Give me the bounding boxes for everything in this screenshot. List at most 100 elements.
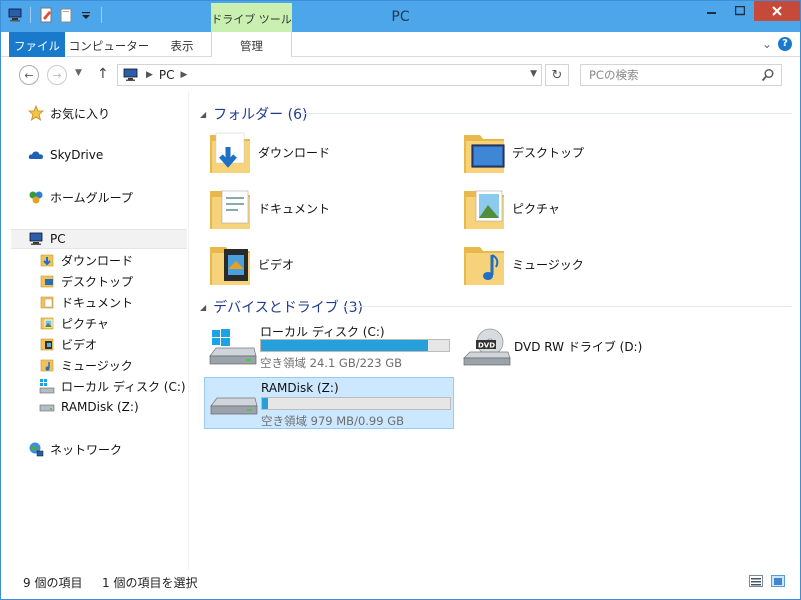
navigation-pane: お気に入り SkyDrive ホームグループ PC ダウンロード デスクトップ … xyxy=(1,92,189,569)
nav-item-music[interactable]: ミュージック xyxy=(39,355,133,375)
folder-documents[interactable]: ドキュメント xyxy=(208,182,458,234)
folder-label: ピクチャ xyxy=(512,201,560,216)
recent-locations-dropdown[interactable]: ▼ xyxy=(75,68,82,78)
group-header-label: フォルダー (6) xyxy=(213,107,308,123)
downloads-folder-icon xyxy=(39,252,55,268)
tab-manage[interactable]: 管理 xyxy=(211,32,292,57)
refresh-button[interactable]: ↻ xyxy=(545,64,569,86)
help-icon[interactable]: ? xyxy=(778,37,792,51)
folder-pictures[interactable]: ピクチャ xyxy=(462,182,712,234)
folder-videos[interactable]: ビデオ xyxy=(208,238,458,290)
folder-downloads[interactable]: ダウンロード xyxy=(208,126,458,178)
drive-name: DVD RW ドライブ (D:) xyxy=(514,340,643,354)
folder-label: ダウンロード xyxy=(258,145,331,160)
nav-item-downloads[interactable]: ダウンロード xyxy=(39,250,133,270)
close-button[interactable] xyxy=(754,1,800,21)
music-folder-icon xyxy=(39,357,55,373)
nav-item-label: ローカル ディスク (C:) xyxy=(61,379,186,394)
breadcrumb-chevron-icon[interactable]: ▶ xyxy=(146,70,153,80)
folder-label: ドキュメント xyxy=(258,201,331,216)
search-icon[interactable] xyxy=(761,68,775,82)
back-button[interactable]: ← xyxy=(19,65,39,85)
videos-folder-icon xyxy=(208,239,252,289)
nav-item-favorites[interactable]: お気に入り xyxy=(27,103,111,123)
nav-item-documents[interactable]: ドキュメント xyxy=(39,292,133,312)
nav-item-label: ドキュメント xyxy=(61,295,134,310)
search-input[interactable]: PCの検索 xyxy=(580,64,782,86)
collapse-arrow-icon[interactable]: ◢ xyxy=(200,110,206,119)
drive-name: ローカル ディスク (C:) xyxy=(260,325,385,339)
nav-item-videos[interactable]: ビデオ xyxy=(39,334,97,354)
documents-folder-icon xyxy=(39,294,55,310)
breadcrumb-pc[interactable]: PC xyxy=(159,68,175,82)
nav-item-label: お気に入り xyxy=(50,106,111,121)
collapse-arrow-icon[interactable]: ◢ xyxy=(200,303,206,312)
music-folder-icon xyxy=(462,239,506,289)
drive-dvd-rw-d[interactable]: DVD DVD RW ドライブ (D:) xyxy=(458,320,708,372)
group-divider xyxy=(342,306,792,307)
drive-local-disk-c[interactable]: ローカル ディスク (C:) 空き領域 24.1 GB/223 GB xyxy=(204,320,454,372)
folders-group-header[interactable]: ◢ フォルダー (6) xyxy=(200,104,307,124)
drive-free-space: 空き領域 979 MB/0.99 GB xyxy=(261,414,405,428)
nav-item-ramdisk-z[interactable]: RAMDisk (Z:) xyxy=(39,397,139,417)
desktop-folder-icon xyxy=(39,273,55,289)
minimize-button[interactable] xyxy=(698,1,726,21)
expand-ribbon-icon[interactable]: ⌄ xyxy=(762,37,772,51)
title-bar[interactable]: PC xyxy=(1,1,800,32)
navigation-bar: ← → ▼ ↑ ▶ PC ▶ ▼ ↻ PCの検索 xyxy=(1,58,800,92)
tab-file[interactable]: ファイル xyxy=(9,32,65,57)
content-pane: ◢ フォルダー (6) ダウンロード デスクトップ ドキュメント ピクチャ ビデ… xyxy=(190,92,800,569)
tab-view[interactable]: 表示 xyxy=(153,32,211,57)
tab-computer[interactable]: コンピューター xyxy=(67,32,151,57)
drive-free-space: 空き領域 24.1 GB/223 GB xyxy=(260,356,402,370)
search-placeholder: PCの検索 xyxy=(589,68,639,82)
drive-usage-bar xyxy=(261,397,451,410)
pc-icon xyxy=(122,68,140,82)
up-button[interactable]: ↑ xyxy=(97,66,109,82)
nav-item-label: ビデオ xyxy=(61,337,98,352)
downloads-folder-icon xyxy=(208,127,252,177)
forward-button[interactable]: → xyxy=(47,65,67,85)
drive-ramdisk-z[interactable]: RAMDisk (Z:) 空き領域 979 MB/0.99 GB xyxy=(204,377,454,429)
explorer-window: PC ドライブ ツール ファイル コンピューター 表示 管理 ⌄ ? ← → ▼… xyxy=(0,0,801,600)
nav-item-skydrive[interactable]: SkyDrive xyxy=(28,145,103,165)
nav-item-label: SkyDrive xyxy=(50,148,104,162)
folder-music[interactable]: ミュージック xyxy=(462,238,712,290)
drive-usage-fill xyxy=(261,340,429,351)
desktop-folder-icon xyxy=(462,127,506,177)
folder-desktop[interactable]: デスクトップ xyxy=(462,126,712,178)
address-bar[interactable]: ▶ PC ▶ ▼ xyxy=(117,64,542,86)
nav-item-label: デスクトップ xyxy=(61,274,134,289)
nav-item-label: ダウンロード xyxy=(61,253,134,268)
dvd-drive-icon: DVD xyxy=(462,328,512,368)
nav-item-local-disk-c[interactable]: ローカル ディスク (C:) xyxy=(39,376,186,396)
nav-item-desktop[interactable]: デスクトップ xyxy=(39,271,133,291)
cloud-icon xyxy=(28,147,44,163)
window-title: PC xyxy=(391,9,410,25)
maximize-button[interactable] xyxy=(726,1,754,21)
devices-group-header[interactable]: ◢ デバイスとドライブ (3) xyxy=(200,297,363,317)
ribbon-tabs: ファイル コンピューター 表示 管理 ⌄ ? xyxy=(1,32,800,57)
group-divider xyxy=(302,113,792,114)
folder-label: ミュージック xyxy=(512,257,584,272)
breadcrumb-chevron-icon[interactable]: ▶ xyxy=(181,70,188,80)
nav-item-label: ホームグループ xyxy=(50,190,133,205)
drive-tools-context-label: ドライブ ツール xyxy=(211,3,292,33)
videos-folder-icon xyxy=(39,336,55,352)
nav-item-network[interactable]: ネットワーク xyxy=(28,439,122,459)
nav-item-pc[interactable]: PC xyxy=(11,229,187,249)
drive-name: RAMDisk (Z:) xyxy=(261,381,339,395)
drive-icon xyxy=(209,386,259,426)
pictures-folder-icon xyxy=(462,183,506,233)
nav-item-label: RAMDisk (Z:) xyxy=(61,400,139,414)
nav-item-label: PC xyxy=(50,232,66,246)
svg-text:DVD: DVD xyxy=(478,342,495,350)
details-view-icon[interactable] xyxy=(749,575,763,587)
selection-count: 1 個の項目を選択 xyxy=(102,576,198,590)
large-icons-view-icon[interactable] xyxy=(771,575,785,587)
nav-item-pictures[interactable]: ピクチャ xyxy=(39,313,109,333)
homegroup-icon xyxy=(28,189,44,205)
pc-icon xyxy=(28,231,44,247)
nav-item-homegroup[interactable]: ホームグループ xyxy=(28,187,133,207)
address-dropdown-icon[interactable]: ▼ xyxy=(530,69,537,79)
